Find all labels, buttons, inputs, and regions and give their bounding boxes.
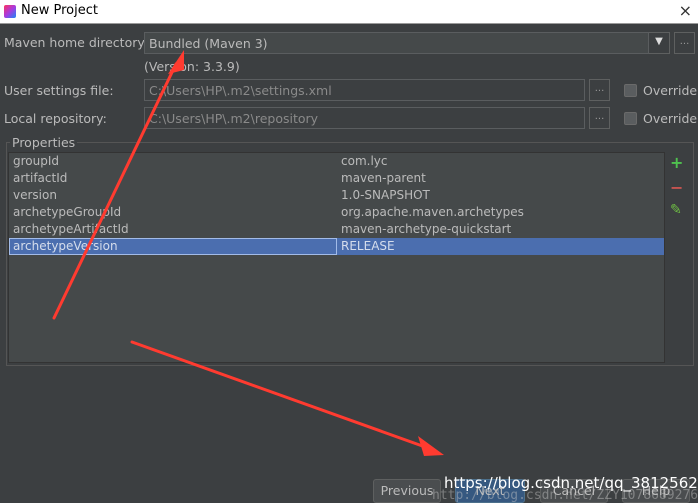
intellij-logo-icon [4, 5, 16, 18]
user-settings-override-checkbox[interactable] [624, 84, 637, 97]
property-key: version [13, 188, 57, 202]
maven-version-text: (Version: 3.3.9) [144, 59, 240, 74]
local-repo-override-label: Override [643, 111, 698, 126]
property-key: artifactId [13, 171, 68, 185]
remove-icon[interactable]: − [670, 178, 683, 197]
table-row[interactable]: archetypeGroupId org.apache.maven.archety… [9, 204, 664, 221]
title-bar: New Project × [0, 0, 698, 24]
table-row[interactable]: archetypeArtifactId maven-archetype-quick… [9, 221, 664, 238]
property-value[interactable]: maven-parent [341, 170, 426, 186]
property-key: archetypeVersion [13, 239, 118, 253]
local-repo-browse-button[interactable]: ... [589, 107, 610, 129]
table-row[interactable]: archetypeVersion RELEASE [9, 238, 664, 255]
property-key: archetypeGroupId [13, 205, 122, 219]
property-value[interactable]: 1.0-SNAPSHOT [341, 187, 430, 203]
property-key: archetypeArtifactId [13, 222, 129, 236]
maven-home-select[interactable]: Bundled (Maven 3) [144, 32, 649, 54]
edit-icon[interactable]: ✎ [670, 202, 682, 218]
property-value[interactable]: com.lyc [341, 153, 387, 169]
watermark-primary: https://blog.csdn.net/qq_38125626 [444, 474, 698, 492]
property-value[interactable]: maven-archetype-quickstart [341, 221, 511, 237]
maven-home-label: Maven home directory: [4, 35, 149, 50]
chevron-down-icon[interactable]: ▼ [649, 32, 670, 54]
properties-table[interactable]: groupId com.lyc artifactId maven-parent vers… [8, 152, 665, 363]
arrow-to-next-head [418, 436, 444, 456]
local-repo-label: Local repository: [4, 111, 107, 126]
maven-home-browse-button[interactable]: ... [674, 32, 695, 54]
property-value[interactable]: RELEASE [341, 238, 395, 254]
user-settings-input[interactable]: C:\Users\HP\.m2\settings.xml [144, 79, 585, 101]
table-row[interactable]: artifactId maven-parent [9, 170, 664, 187]
close-icon[interactable]: × [679, 1, 692, 20]
property-key: groupId [13, 154, 60, 168]
property-value[interactable]: org.apache.maven.archetypes [341, 204, 524, 220]
user-settings-override-label: Override [643, 83, 698, 98]
local-repo-override-checkbox[interactable] [624, 112, 637, 125]
local-repo-input[interactable]: C:\Users\HP\.m2\repository [144, 107, 585, 129]
properties-label: Properties [10, 135, 78, 150]
table-row[interactable]: version 1.0-SNAPSHOT [9, 187, 664, 204]
user-settings-browse-button[interactable]: ... [589, 79, 610, 101]
window-title: New Project [21, 3, 98, 18]
user-settings-label: User settings file: [4, 83, 114, 98]
table-row[interactable]: groupId com.lyc [9, 153, 664, 170]
previous-button[interactable]: Previous [373, 479, 441, 503]
add-icon[interactable]: + [670, 153, 683, 172]
